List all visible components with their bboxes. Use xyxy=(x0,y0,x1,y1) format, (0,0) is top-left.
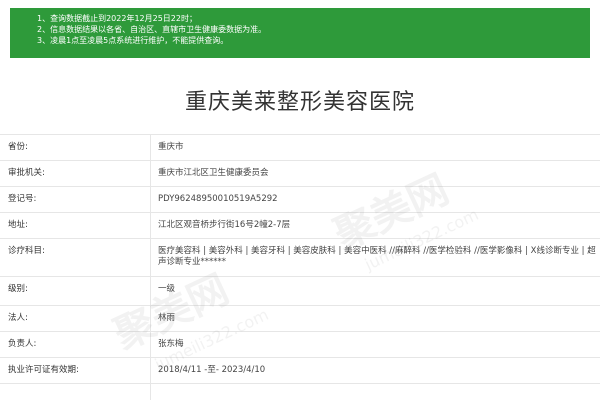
table-row: 诊疗科目: 医疗美容科 | 美容外科 | 美容牙科 | 美容皮肤科 | 美容中医… xyxy=(0,239,600,277)
column-divider xyxy=(150,134,151,400)
row-label: 审批机关: xyxy=(8,168,45,178)
table-row: 法人: 林雨 xyxy=(0,306,600,332)
row-value: PDY96248950010519A5292 xyxy=(158,194,278,204)
row-value: 重庆市 xyxy=(158,142,184,152)
row-value: 2018/4/11 -至- 2023/4/10 xyxy=(158,365,266,375)
row-value: 医疗美容科 | 美容外科 | 美容牙科 | 美容皮肤科 | 美容中医科 //麻醉… xyxy=(158,246,596,267)
row-value: 重庆市江北区卫生健康委员会 xyxy=(158,168,269,178)
table-row: 地址: 江北区观音桥步行街16号2幢2-7层 xyxy=(0,213,600,239)
table-row: 省份: 重庆市 xyxy=(0,135,600,161)
row-label: 执业许可证有效期: xyxy=(8,365,79,375)
notice-banner: 1、查询数据截止到2022年12月25日22时； 2、信息数据结果以各省、自治区… xyxy=(10,8,590,58)
notice-line: 2、信息数据结果以各省、自治区、直辖市卫生健康委数据为准。 xyxy=(37,25,267,34)
row-label: 负责人: xyxy=(8,339,37,349)
table-row: 执业许可证有效期: 2018/4/11 -至- 2023/4/10 xyxy=(0,358,600,384)
row-label: 登记号: xyxy=(8,194,37,204)
table-row: 级别: 一级 xyxy=(0,277,600,306)
row-value: 一级 xyxy=(158,284,176,294)
row-label: 诊疗科目: xyxy=(8,246,45,256)
table-row: 负责人: 张东梅 xyxy=(0,332,600,358)
row-label: 省份: xyxy=(8,142,28,152)
row-label: 法人: xyxy=(8,313,28,323)
row-value: 林雨 xyxy=(158,313,176,323)
row-value: 江北区观音桥步行街16号2幢2-7层 xyxy=(158,220,291,230)
row-label: 地址: xyxy=(8,220,28,230)
notice-line: 1、查询数据截止到2022年12月25日22时； xyxy=(37,14,197,23)
notice-line: 3、凌晨1点至凌晨5点系统进行维护，不能提供查询。 xyxy=(37,36,229,45)
row-value: 张东梅 xyxy=(158,339,184,349)
row-label: 级别: xyxy=(8,284,28,294)
page-title: 重庆美莱整形美容医院 xyxy=(184,90,415,115)
info-table: 省份: 重庆市 审批机关: 重庆市江北区卫生健康委员会 登记号: PDY9624… xyxy=(0,134,600,384)
table-row: 登记号: PDY96248950010519A5292 xyxy=(0,187,600,213)
table-row: 审批机关: 重庆市江北区卫生健康委员会 xyxy=(0,161,600,187)
